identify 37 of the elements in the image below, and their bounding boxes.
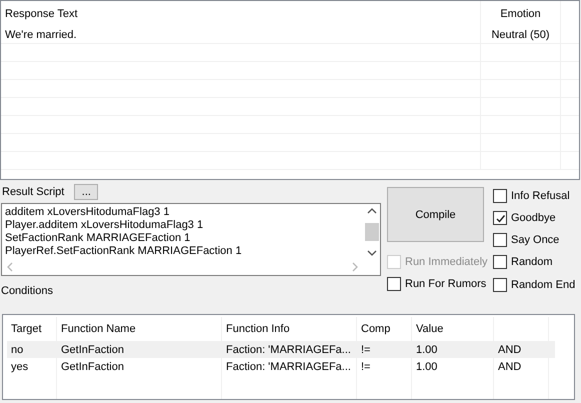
conditions-table[interactable]: Target Function Name Function Info Comp Value no GetInFaction Faction: 'MARRIAGEFa... != 1.00 AND yes GetInFaction Faction: 'MARRIAGEFa... != 1.00 AND bbox=[2, 314, 575, 400]
compile-button[interactable]: Compile bbox=[387, 187, 484, 242]
script-line: SetFactionRank MARRIAGEFaction 1 bbox=[5, 232, 190, 246]
table-cell: 1.00 bbox=[412, 358, 494, 375]
checkbox[interactable]: Run For Rumors bbox=[387, 274, 493, 294]
result-script-label: Result Script bbox=[2, 186, 64, 198]
table-cell: Faction: 'MARRIAGEFa... bbox=[222, 358, 357, 375]
condition-row[interactable]: yes GetInFaction Faction: 'MARRIAGEFa... != 1.00 AND bbox=[7, 358, 574, 375]
script-line: PlayerRef.SetFactionRank MARRIAGEFaction 1 bbox=[5, 245, 242, 258]
checkbox[interactable]: Goodbye bbox=[493, 208, 576, 228]
checkbox[interactable]: Random End bbox=[493, 274, 576, 295]
table-cell: GetInFaction bbox=[57, 341, 222, 358]
column-header[interactable]: Response Text bbox=[1, 1, 481, 26]
checkbox[interactable]: Info Refusal bbox=[493, 186, 576, 206]
script-line: additem xLoversHitodumaFlag3 1 bbox=[5, 206, 170, 220]
checkmark-icon bbox=[494, 212, 506, 224]
column-header[interactable]: Emotion bbox=[481, 1, 561, 26]
table-cell: Faction: 'MARRIAGEFa... bbox=[222, 341, 357, 358]
table-cell: != bbox=[357, 358, 412, 375]
script-line: Player.additem xLoversHitodumaFlag3 1 bbox=[5, 219, 204, 232]
conditions-label: Conditions bbox=[0, 285, 54, 297]
emotion-cell: Neutral (50) bbox=[481, 26, 561, 43]
table-cell: no bbox=[7, 341, 57, 358]
browse-button[interactable]: ... bbox=[74, 184, 98, 200]
table-cell: != bbox=[357, 341, 412, 358]
checkbox[interactable]: Say Once bbox=[493, 230, 576, 250]
table-cell: GetInFaction bbox=[57, 358, 222, 375]
script-field[interactable]: additem xLoversHitodumaFlag3 1 Player.additem xLoversHitodumaFlag3 1 SetFactionRank MARRIAGEFaction 1 PlayerRef.SetFactionRank MARRIAGEFaction 1 bbox=[1, 203, 381, 276]
scroll-thumb[interactable] bbox=[364, 223, 378, 242]
condition-row[interactable]: no GetInFaction Faction: 'MARRIAGEFa... != 1.00 AND bbox=[7, 341, 555, 358]
table-cell: AND bbox=[494, 358, 549, 375]
checkbox[interactable]: Random bbox=[493, 252, 576, 272]
response-cell: We're married. bbox=[1, 26, 481, 43]
table-cell: AND bbox=[494, 341, 549, 358]
table-cell: 1.00 bbox=[412, 341, 494, 358]
response-list[interactable]: Response Text Emotion We're married. Neutral (50) bbox=[0, 0, 580, 180]
table-cell: yes bbox=[7, 358, 57, 375]
